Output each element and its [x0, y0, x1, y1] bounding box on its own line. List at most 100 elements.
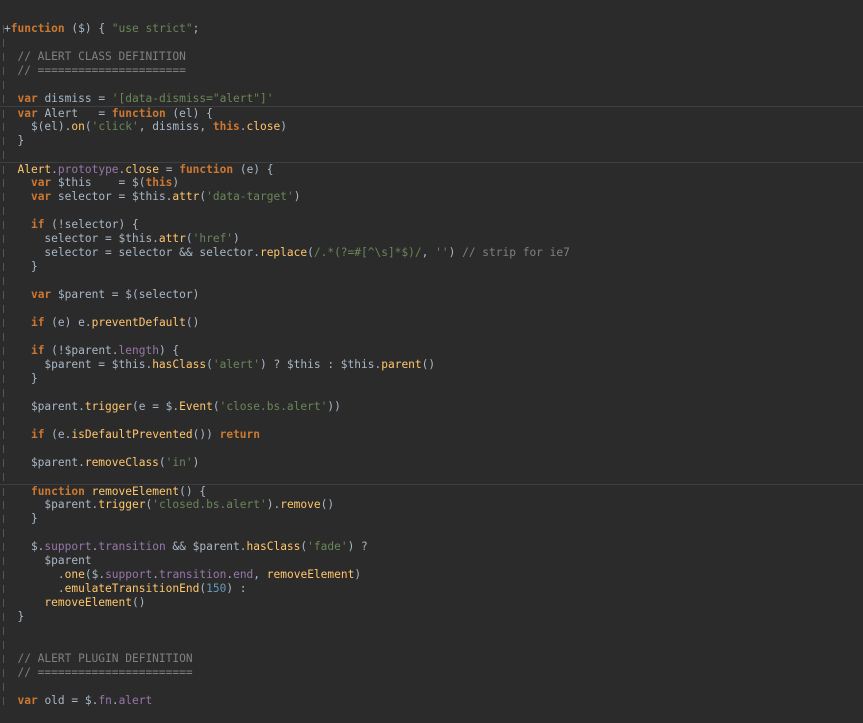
code-line[interactable]: [0, 414, 863, 428]
code-line[interactable]: // ALERT PLUGIN DEFINITION: [0, 652, 863, 666]
code-line[interactable]: .emulateTransitionEnd(150) :: [0, 582, 863, 596]
code-token: .: [111, 694, 119, 707]
code-token: var: [17, 107, 38, 120]
code-lines[interactable]: +function ($) { "use strict"; // ALERT C…: [0, 22, 863, 708]
code-line[interactable]: var selector = $this.attr('data-target'): [0, 190, 863, 204]
code-token: (e) e.: [44, 316, 92, 329]
code-line[interactable]: // ======================: [0, 64, 863, 78]
code-token: attr: [158, 232, 186, 245]
code-line[interactable]: $parent.trigger(e = $.Event('close.bs.al…: [0, 400, 863, 414]
code-token: Alert =: [37, 107, 112, 120]
code-line[interactable]: var old = $.fn.alert: [0, 694, 863, 708]
code-token: }: [4, 512, 38, 525]
code-line[interactable]: // =======================: [0, 666, 863, 680]
code-token: ,: [253, 568, 267, 581]
code-line[interactable]: }: [0, 512, 863, 526]
code-line[interactable]: $parent: [0, 554, 863, 568]
code-token: end: [233, 568, 254, 581]
code-text: $parent: [4, 554, 91, 568]
code-line[interactable]: [0, 330, 863, 344]
code-text: var Alert = function (el) {: [4, 107, 212, 121]
code-token: removeClass: [84, 456, 159, 469]
code-line[interactable]: }: [0, 372, 863, 386]
code-token: function: [179, 163, 234, 176]
code-line[interactable]: // ALERT CLASS DEFINITION: [0, 50, 863, 64]
code-line[interactable]: $parent = $this.hasClass('alert') ? $thi…: [0, 358, 863, 372]
code-line[interactable]: }: [0, 260, 863, 274]
code-token: attr: [172, 190, 200, 203]
code-token: close: [125, 163, 159, 176]
code-line[interactable]: [0, 470, 863, 484]
code-line[interactable]: .one($.support.transition.end, removeEle…: [0, 568, 863, 582]
code-token: ): [172, 176, 180, 189]
code-line[interactable]: var $this = $(this): [0, 176, 863, 190]
code-token: .: [4, 568, 65, 581]
code-line[interactable]: [0, 624, 863, 638]
code-editor[interactable]: +function ($) { "use strict"; // ALERT C…: [0, 0, 863, 723]
code-token: 'data-target': [206, 190, 294, 203]
code-line[interactable]: [0, 386, 863, 400]
code-token: parent: [381, 358, 422, 371]
code-line[interactable]: selector = $this.attr('href'): [0, 232, 863, 246]
code-token: }: [4, 134, 25, 147]
code-token: selector = $this.: [51, 190, 173, 203]
fold-marker: [0, 627, 4, 635]
code-token: ,: [421, 246, 436, 259]
code-line[interactable]: +function ($) { "use strict";: [0, 22, 863, 36]
code-line[interactable]: [0, 526, 863, 540]
code-line[interactable]: }: [0, 134, 863, 148]
code-line[interactable]: var Alert = function (el) {: [0, 106, 863, 120]
fold-marker: [0, 389, 4, 397]
code-token: $parent.: [4, 400, 85, 413]
code-token: $.: [4, 540, 45, 553]
code-line[interactable]: var $parent = $(selector): [0, 288, 863, 302]
code-line[interactable]: [0, 302, 863, 316]
code-line[interactable]: Alert.prototype.close = function (e) {: [0, 162, 863, 176]
code-line[interactable]: var dismiss = '[data-dismiss="alert"]': [0, 92, 863, 106]
code-token: replace: [259, 246, 308, 259]
code-line[interactable]: if (e) e.preventDefault(): [0, 316, 863, 330]
code-token: alert: [118, 694, 153, 707]
code-line[interactable]: $.support.transition && $parent.hasClass…: [0, 540, 863, 554]
code-line[interactable]: $parent.removeClass('in'): [0, 456, 863, 470]
code-line[interactable]: removeElement(): [0, 596, 863, 610]
code-token: (): [421, 358, 436, 371]
code-token: .: [4, 582, 65, 595]
code-line[interactable]: if (!$parent.length) {: [0, 344, 863, 358]
code-token: one: [64, 568, 85, 581]
code-line[interactable]: if (e.isDefaultPrevented()) return: [0, 428, 863, 442]
code-line[interactable]: if (!selector) {: [0, 218, 863, 232]
code-line[interactable]: [0, 36, 863, 50]
code-line[interactable]: [0, 204, 863, 218]
code-line[interactable]: selector = selector && selector.replace(…: [0, 246, 863, 260]
code-text: Alert.prototype.close = function (e) {: [4, 163, 273, 177]
code-token: dismiss =: [37, 92, 112, 105]
code-line[interactable]: [0, 274, 863, 288]
code-line[interactable]: [0, 442, 863, 456]
code-line[interactable]: function removeElement() {: [0, 484, 863, 498]
code-token: (: [158, 456, 166, 469]
code-line[interactable]: }: [0, 610, 863, 624]
code-line[interactable]: $(el).on('click', dismiss, this.close): [0, 120, 863, 134]
code-line[interactable]: [0, 148, 863, 162]
code-token: selector = selector && selector.: [4, 246, 260, 259]
code-token: emulateTransitionEnd: [64, 582, 200, 595]
code-line[interactable]: [0, 638, 863, 652]
code-text: $parent.trigger(e = $.Event('close.bs.al…: [4, 400, 341, 414]
code-token: fn: [98, 694, 112, 707]
code-line[interactable]: $parent.trigger('closed.bs.alert').remov…: [0, 498, 863, 512]
code-line[interactable]: [0, 78, 863, 92]
code-token: // ALERT CLASS DEFINITION: [4, 50, 186, 63]
code-line[interactable]: [0, 680, 863, 694]
code-token: var: [17, 694, 38, 707]
code-token: $parent.: [4, 498, 99, 511]
code-token: support: [105, 568, 153, 581]
code-token: .: [51, 163, 58, 176]
code-token: close: [246, 120, 281, 133]
code-token: $parent.: [4, 456, 85, 469]
code-text: selector = $this.attr('href'): [4, 232, 239, 246]
code-token: var: [30, 176, 52, 189]
